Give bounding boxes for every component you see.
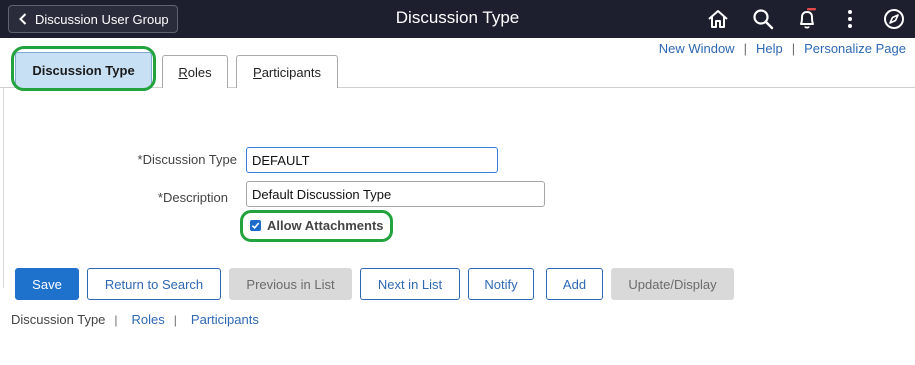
back-button-label: Discussion User Group	[35, 11, 169, 27]
chevron-left-icon	[19, 13, 27, 25]
allow-attachments-label: Allow Attachments	[267, 218, 384, 233]
save-button[interactable]: Save	[15, 268, 79, 300]
search-icon[interactable]	[751, 7, 775, 31]
discussion-type-input[interactable]	[246, 147, 498, 173]
tab-discussion-type[interactable]: Discussion Type	[15, 52, 152, 88]
notify-button[interactable]: Notify	[468, 268, 534, 300]
more-icon[interactable]	[838, 7, 862, 31]
description-input[interactable]	[246, 181, 545, 207]
discussion-type-label: *Discussion Type	[137, 152, 237, 167]
separator: |	[743, 41, 747, 56]
description-label: *Description	[157, 190, 228, 205]
tab-roles[interactable]: Roles	[162, 55, 228, 88]
top-banner: Discussion User Group Discussion Type	[0, 0, 915, 38]
separator: |	[114, 312, 118, 327]
add-button[interactable]: Add	[546, 268, 603, 300]
home-icon[interactable]	[706, 7, 730, 31]
help-link[interactable]: Help	[756, 41, 783, 56]
page-links: New Window | Help | Personalize Page	[659, 41, 906, 56]
allow-attachments-option[interactable]: Allow Attachments	[250, 218, 384, 233]
tab-participants[interactable]: Participants	[236, 55, 338, 88]
back-button[interactable]: Discussion User Group	[8, 5, 178, 33]
current-page-label: Discussion Type	[11, 312, 106, 327]
return-to-search-button[interactable]: Return to Search	[87, 268, 221, 300]
participants-link[interactable]: Participants	[191, 312, 259, 327]
roles-link[interactable]: Roles	[132, 312, 165, 327]
next-in-list-button[interactable]: Next in List	[360, 268, 460, 300]
personalize-page-link[interactable]: Personalize Page	[804, 41, 906, 56]
previous-in-list-button[interactable]: Previous in List	[229, 268, 352, 300]
content-border	[3, 88, 4, 288]
allow-attachments-checkbox[interactable]	[250, 220, 261, 231]
tab-label: Discussion Type	[32, 63, 135, 78]
compass-icon[interactable]	[882, 7, 906, 31]
new-window-link[interactable]: New Window	[659, 41, 735, 56]
tab-label: Roles	[178, 64, 212, 80]
separator: |	[791, 41, 796, 56]
separator: |	[173, 312, 177, 327]
page-nav-links: Discussion Type | Roles | Participants	[11, 312, 259, 327]
update-display-button[interactable]: Update/Display	[611, 268, 734, 300]
checkmark-icon	[251, 222, 260, 230]
bell-icon[interactable]	[795, 7, 819, 31]
tab-label: Participants	[253, 64, 321, 80]
